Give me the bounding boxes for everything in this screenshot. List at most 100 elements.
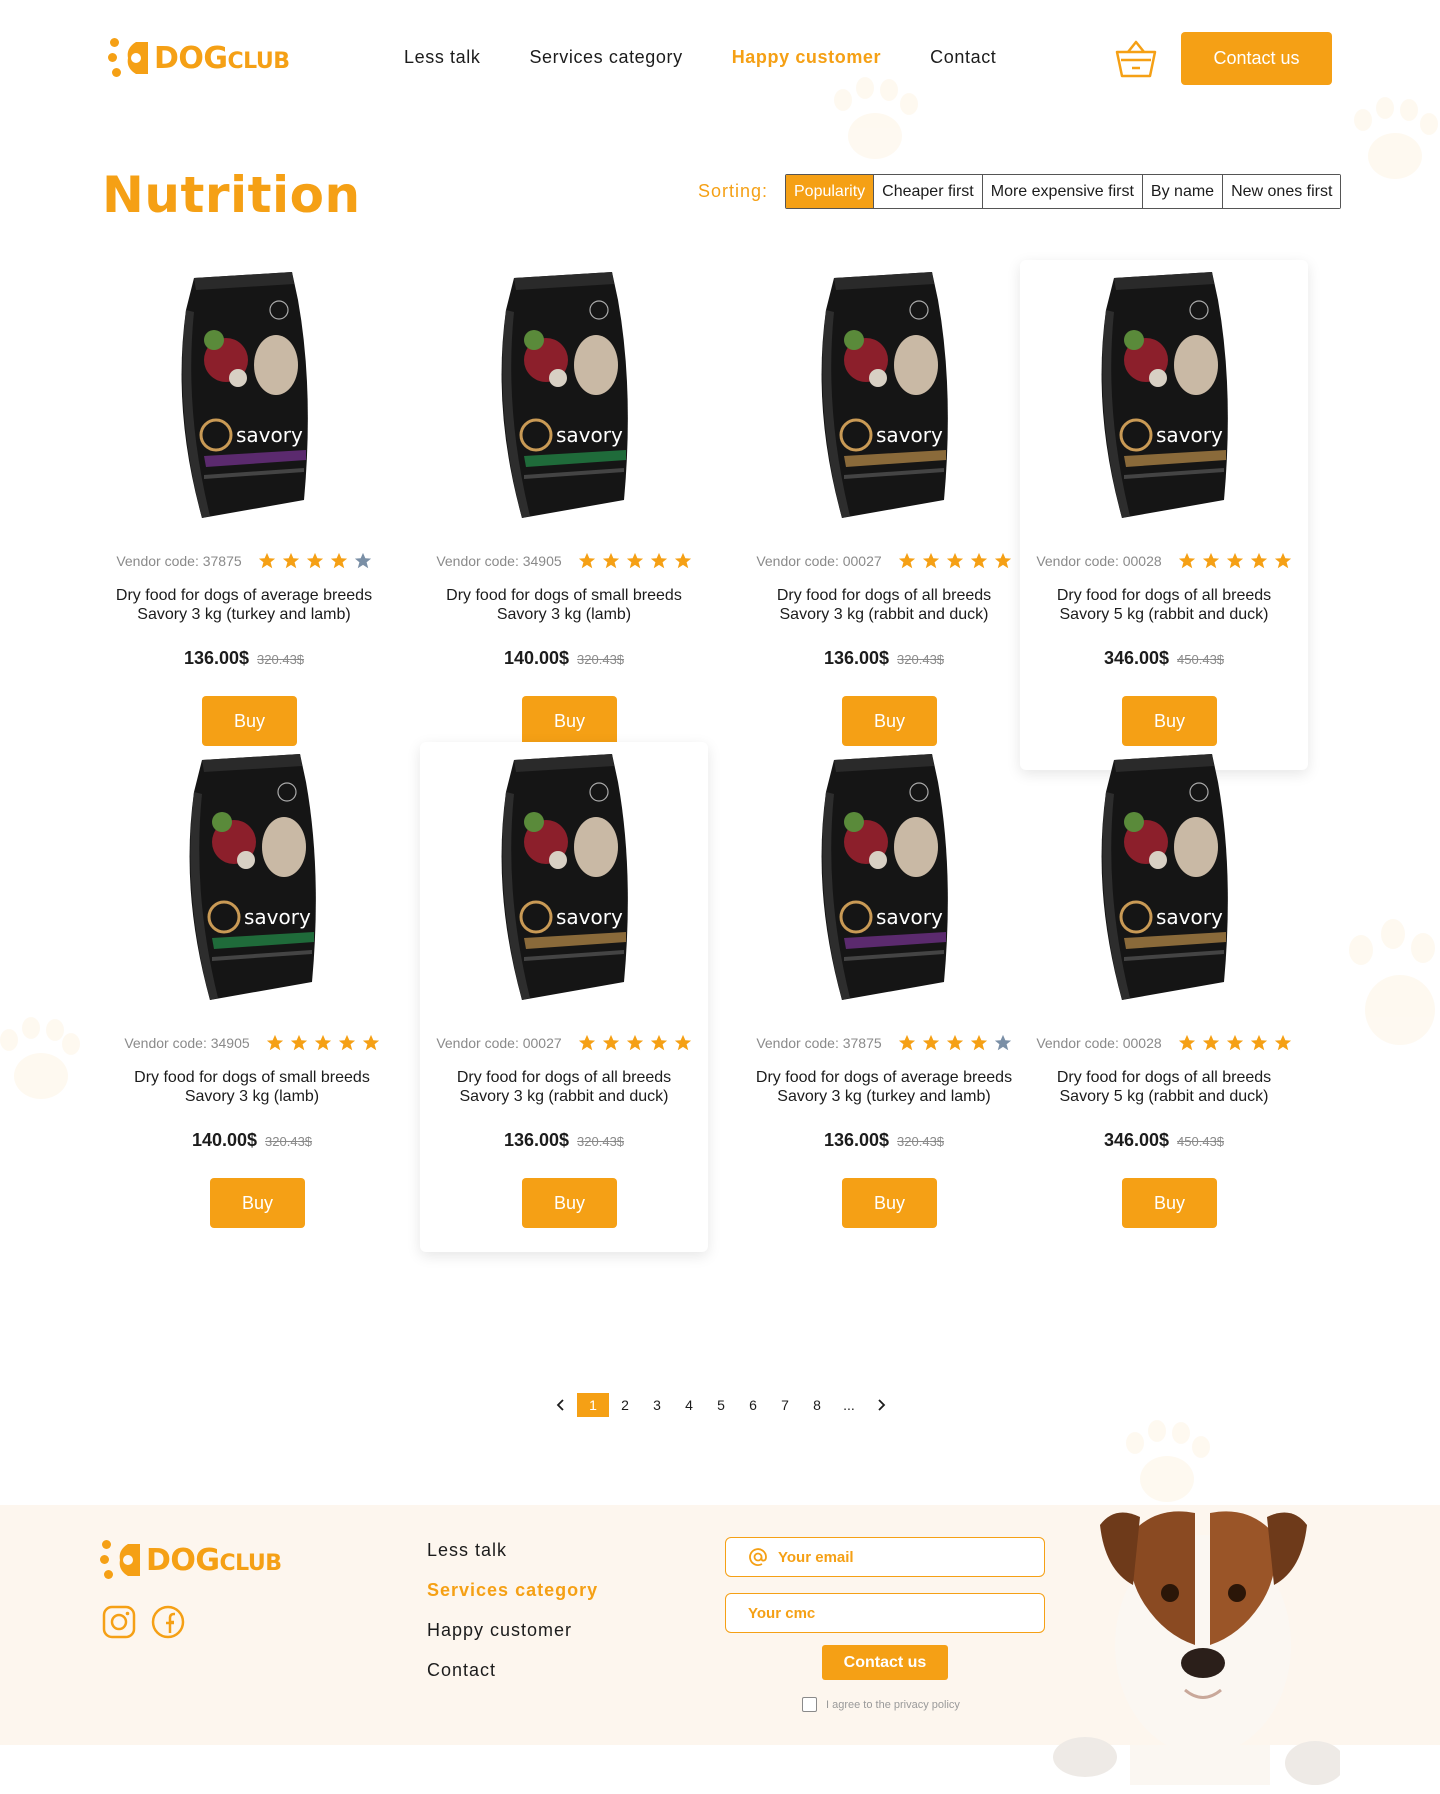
footer-nav-less-talk[interactable]: Less talk [427, 1540, 598, 1560]
buy-button[interactable]: Buy [842, 696, 937, 746]
product-name: Dry food for dogs of average breeds Savor… [740, 1068, 1028, 1106]
email-field [725, 1537, 1045, 1577]
page-3[interactable]: 3 [641, 1393, 673, 1417]
star-empty-icon [994, 1034, 1011, 1051]
page-7[interactable]: 7 [769, 1393, 801, 1417]
price: 136.00$ [823, 648, 890, 668]
svg-text:savory: savory [876, 905, 943, 929]
product-name-line2: Savory 5 kg (rabbit and duck) [1059, 606, 1269, 623]
price: 136.00$ [503, 1130, 570, 1150]
page-8[interactable]: 8 [801, 1393, 833, 1417]
product-card[interactable]: savory Vendor code: 34905 Dry food for dog… [420, 260, 708, 770]
nav-item-contact[interactable]: Contact [930, 47, 996, 68]
star-filled-icon [578, 552, 595, 569]
vendor-code: Vendor code: 37875 [116, 553, 242, 569]
buy-button[interactable]: Buy [210, 1178, 305, 1228]
star-filled-icon [258, 552, 275, 569]
product-card[interactable]: savory Vendor code: 00028 Dry food for dog… [1020, 260, 1308, 770]
vendor-code: Vendor code: 00028 [1036, 1035, 1162, 1051]
buy-button[interactable]: Buy [1122, 696, 1217, 746]
dog-illustration [1053, 1511, 1340, 1785]
star-filled-icon [1202, 552, 1219, 569]
star-filled-icon [266, 1034, 283, 1051]
footer-nav-happy-customer[interactable]: Happy customer [427, 1620, 598, 1640]
instagram-icon[interactable] [102, 1605, 136, 1639]
star-filled-icon [1274, 1034, 1291, 1051]
page-2[interactable]: 2 [609, 1393, 641, 1417]
footer-nav-contact[interactable]: Contact [427, 1660, 598, 1680]
sort-by-name[interactable]: By name [1142, 175, 1224, 208]
svg-text:savory: savory [556, 905, 623, 929]
vendor-row: Vendor code: 00027 [740, 552, 1028, 570]
sms-input[interactable] [748, 1604, 1008, 1622]
star-filled-icon [898, 552, 915, 569]
price-row: 346.00$ 450.43$ [1020, 1130, 1308, 1151]
vendor-row: Vendor code: 34905 [108, 1034, 396, 1052]
star-filled-icon [306, 552, 323, 569]
product-card[interactable]: savory Vendor code: 37875 Dry food for dog… [100, 260, 388, 770]
email-input[interactable] [778, 1548, 1038, 1566]
product-name-line1: Dry food for dogs of small breeds [134, 1069, 370, 1086]
product-card[interactable]: savory Vendor code: 00027 Dry food for dog… [420, 742, 708, 1252]
header-logo[interactable]: DOGCLUB [108, 38, 290, 78]
star-filled-icon [922, 1034, 939, 1051]
main-nav: Less talk Services category Happy custom… [404, 47, 996, 68]
sort-popularity[interactable]: Popularity [786, 175, 875, 208]
footer-contact-button[interactable]: Contact us [822, 1645, 948, 1680]
nav-item-less-talk[interactable]: Less talk [404, 47, 480, 68]
privacy-checkbox[interactable] [802, 1697, 817, 1712]
star-filled-icon [650, 1034, 667, 1051]
footer-logo[interactable]: DOGCLUB [100, 1540, 282, 1580]
price-row: 136.00$ 320.43$ [740, 648, 1028, 669]
product-card[interactable]: savory Vendor code: 34905 Dry food for dog… [108, 742, 396, 1252]
product-card[interactable]: savory Vendor code: 00028 Dry food for dog… [1020, 742, 1308, 1252]
vendor-code: Vendor code: 37875 [756, 1035, 882, 1051]
buy-button[interactable]: Buy [522, 1178, 617, 1228]
product-name-line1: Dry food for dogs of all breeds [456, 1069, 672, 1086]
vendor-row: Vendor code: 00028 [1020, 552, 1308, 570]
contact-us-button[interactable]: Contact us [1181, 32, 1332, 85]
sort-more-expensive-first[interactable]: More expensive first [982, 175, 1143, 208]
product-name: Dry food for dogs of all breeds Savory 5 … [1020, 1068, 1308, 1106]
page-5[interactable]: 5 [705, 1393, 737, 1417]
star-filled-icon [626, 552, 643, 569]
facebook-icon[interactable] [151, 1605, 185, 1639]
product-name: Dry food for dogs of small breeds Savory … [108, 1068, 396, 1106]
nav-item-happy-customer[interactable]: Happy customer [732, 47, 881, 68]
prev-page-icon[interactable] [545, 1393, 577, 1417]
star-filled-icon [338, 1034, 355, 1051]
page-6[interactable]: 6 [737, 1393, 769, 1417]
product-name-line2: Savory 5 kg (rabbit and duck) [1059, 1088, 1269, 1105]
star-filled-icon [602, 552, 619, 569]
basket-icon[interactable] [1115, 38, 1157, 80]
buy-button[interactable]: Buy [522, 696, 617, 746]
star-filled-icon [602, 1034, 619, 1051]
footer-nav-services-category[interactable]: Services category [427, 1580, 598, 1600]
page-4[interactable]: 4 [673, 1393, 705, 1417]
price-row: 346.00$ 450.43$ [1020, 648, 1308, 669]
buy-button[interactable]: Buy [842, 1178, 937, 1228]
sort-new-ones-first[interactable]: New ones first [1223, 175, 1341, 208]
sort-cheaper-first[interactable]: Cheaper first [874, 175, 983, 208]
product-card[interactable]: savory Vendor code: 00027 Dry food for dog… [740, 260, 1028, 770]
next-page-icon[interactable] [865, 1393, 897, 1417]
vendor-code: Vendor code: 00027 [756, 553, 882, 569]
vendor-row: Vendor code: 00028 [1020, 1034, 1308, 1052]
product-name-line2: Savory 3 kg (rabbit and duck) [779, 606, 989, 623]
product-name-line2: Savory 3 kg (lamb) [496, 606, 632, 623]
sms-field [725, 1593, 1045, 1633]
svg-text:savory: savory [236, 423, 303, 447]
vendor-row: Vendor code: 34905 [420, 552, 708, 570]
product-card[interactable]: savory Vendor code: 37875 Dry food for dog… [740, 742, 1028, 1252]
star-filled-icon [1226, 1034, 1243, 1051]
star-filled-icon [330, 552, 347, 569]
product-name-line1: Dry food for dogs of all breeds [1056, 587, 1272, 604]
buy-button[interactable]: Buy [1122, 1178, 1217, 1228]
price-row: 140.00$ 320.43$ [420, 648, 708, 669]
rating-stars [266, 1034, 380, 1052]
price: 136.00$ [823, 1130, 890, 1150]
nav-item-services-category[interactable]: Services category [529, 47, 682, 68]
page-1[interactable]: 1 [577, 1393, 609, 1417]
buy-button[interactable]: Buy [202, 696, 297, 746]
paw-decoration [1345, 915, 1440, 1085]
